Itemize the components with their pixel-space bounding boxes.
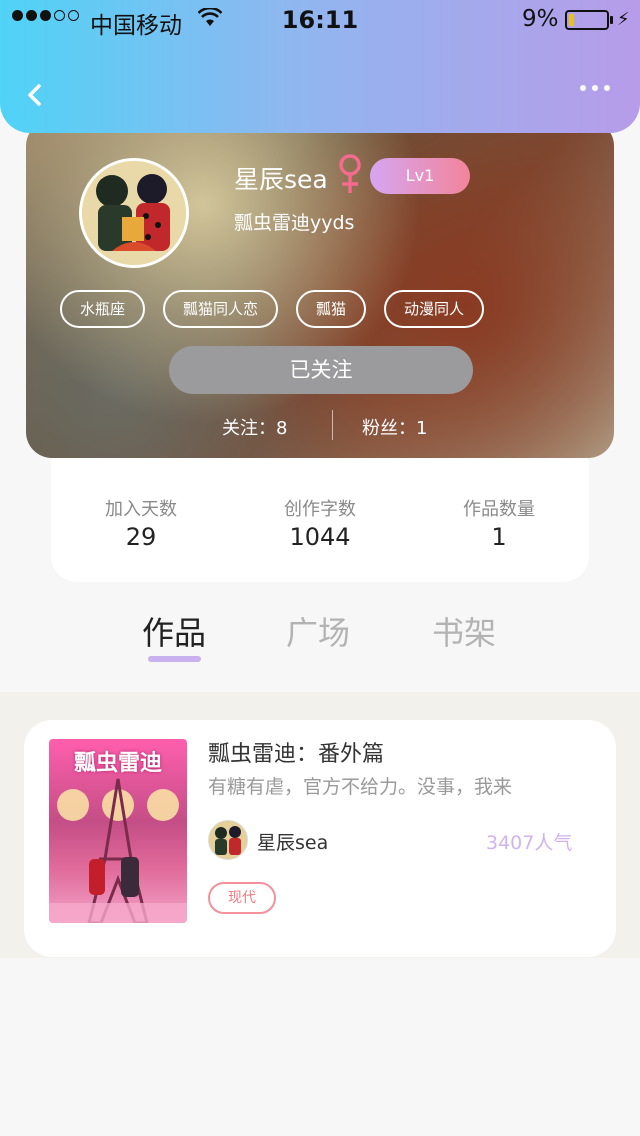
divider: [332, 410, 333, 440]
chevron-left-icon[interactable]: [22, 78, 52, 112]
work-description: 有糖有虐，官方不给力。没事，我来: [208, 776, 513, 798]
work-title[interactable]: 瓢虫雷迪：番外篇: [208, 736, 384, 768]
interest-tags: 水瓶座 瓢猫同人恋 瓢猫 动漫同人: [60, 290, 485, 328]
genre-tag[interactable]: 现代: [208, 882, 276, 914]
username: 星辰sea: [234, 165, 328, 194]
author-avatar-illustration: [209, 821, 247, 859]
avatar[interactable]: [79, 158, 189, 268]
battery-icon: [565, 10, 609, 30]
header-bar: 中国移动 16:11 9% ⚡: [0, 0, 640, 133]
level-badge: Lv1: [370, 158, 470, 194]
stat-value: 1: [491, 523, 507, 551]
battery-level-fill: [569, 14, 574, 26]
stat-label: 创作字数: [284, 499, 356, 520]
author-avatar[interactable]: [208, 820, 248, 860]
active-tab-indicator: [148, 656, 201, 662]
work-card[interactable]: 瓢虫雷迪 瓢虫雷迪：番外篇 有糖有虐，官方不给力。没事，我来 星辰sea 340…: [24, 720, 616, 957]
status-bar: 中国移动 16:11 9% ⚡: [0, 0, 640, 40]
more-horizontal-icon[interactable]: [580, 85, 610, 91]
stat-label: 作品数量: [463, 499, 535, 520]
stat-value: 1044: [289, 523, 351, 551]
tag-chip[interactable]: 瓢猫: [296, 290, 367, 328]
eiffel-tower-illustration: [49, 778, 187, 923]
tag-chip[interactable]: 瓢猫同人恋: [163, 290, 279, 328]
profile-bio: 瓢虫雷迪yyds: [234, 212, 355, 234]
profile-screen: 中国移动 16:11 9% ⚡ 星辰sea Lv1 瓢虫雷迪yyds 水瓶座 瓢…: [0, 0, 640, 1136]
stat-label: 加入天数: [105, 499, 177, 520]
author-name[interactable]: 星辰sea: [257, 828, 328, 855]
profile-hero: 星辰sea Lv1 瓢虫雷迪yyds 水瓶座 瓢猫同人恋 瓢猫 动漫同人 已关注…: [26, 120, 614, 458]
female-symbol-icon: [339, 154, 361, 193]
stat-works-count: 作品数量 1: [409, 495, 589, 551]
tab-works[interactable]: 作品: [142, 608, 206, 654]
stat-word-count: 创作字数 1044: [230, 495, 410, 551]
book-cover[interactable]: 瓢虫雷迪: [49, 739, 187, 923]
avatar-illustration: [82, 161, 186, 265]
battery-percent: 9%: [522, 6, 559, 32]
battery-cap: [610, 16, 613, 24]
followers-count[interactable]: 粉丝：1: [362, 414, 427, 440]
tag-chip[interactable]: 动漫同人: [384, 290, 485, 328]
following-count[interactable]: 关注：8: [222, 414, 287, 440]
follow-button[interactable]: 已关注: [169, 346, 473, 394]
tab-bookshelf[interactable]: 书架: [432, 608, 496, 654]
popularity-count: 3407人气: [486, 832, 573, 854]
tag-chip[interactable]: 水瓶座: [60, 290, 146, 328]
stat-days-joined: 加入天数 29: [51, 495, 231, 551]
content-tabs: 作品 广场 书架: [0, 600, 640, 680]
stats-card: 加入天数 29 创作字数 1044 作品数量 1: [51, 440, 589, 582]
charging-bolt-icon: ⚡: [617, 9, 630, 30]
tab-square[interactable]: 广场: [286, 608, 350, 654]
stat-value: 29: [125, 523, 157, 551]
